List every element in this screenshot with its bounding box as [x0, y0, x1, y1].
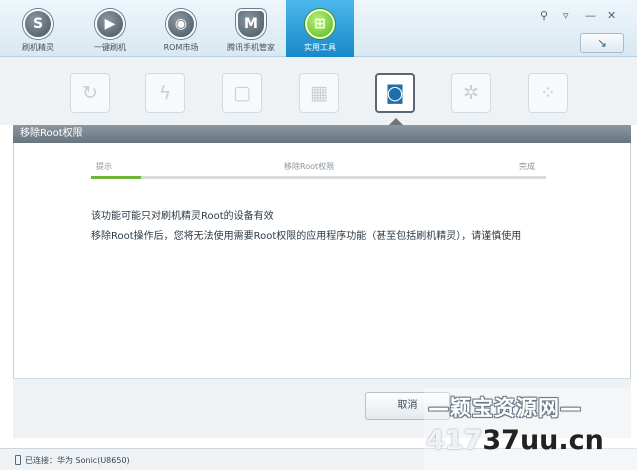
tools-grid-icon: ⊞	[305, 9, 335, 39]
tab-label: 腾讯手机管家	[227, 43, 275, 52]
tool-strip: ↻ ϟ ▢ ▦ ◙ ✲ ⁘	[0, 57, 637, 125]
tablet-icon: ▢	[233, 82, 251, 104]
watermark-top: —颖宝资源网—	[428, 396, 582, 420]
close-icon[interactable]: ✕	[607, 9, 616, 22]
tab-label: 一键刷机	[94, 43, 126, 52]
active-tool-pointer	[389, 118, 403, 125]
tool-refresh[interactable]: ↻	[70, 73, 110, 113]
phone-icon	[15, 455, 21, 465]
tool-lightning[interactable]: ϟ	[145, 73, 185, 113]
tab-label: 实用工具	[304, 43, 336, 52]
tab-flash-wizard[interactable]: S 刷机精灵	[8, 0, 68, 57]
refresh-icon: ↻	[82, 82, 98, 104]
step-label-done: 完成	[519, 162, 535, 171]
dots-grid-icon: ⁘	[540, 82, 556, 104]
connection-status: 已连接：华为 Sonic(U8650)	[25, 456, 130, 465]
step-label-hint: 提示	[96, 162, 112, 171]
android-root-icon: ◙	[385, 82, 405, 104]
minimize-icon[interactable]: —	[585, 9, 596, 22]
info-message-1: 该功能可能只对刷机精灵Root的设备有效	[91, 211, 274, 222]
progress-track	[91, 176, 546, 179]
info-message-2: 移除Root操作后，您将无法使用需要Root权限的应用程序功能（甚至包括刷机精灵…	[91, 231, 522, 242]
tool-dots-grid[interactable]: ⁘	[528, 73, 568, 113]
tool-gift[interactable]: ▦	[299, 73, 339, 113]
tab-utilities[interactable]: ⊞ 实用工具	[286, 0, 354, 57]
tool-remove-root[interactable]: ◙	[375, 73, 415, 113]
menu-icon[interactable]: ▿	[563, 9, 569, 22]
tab-label: ROM市场	[163, 43, 199, 52]
arrow-down-right-icon: ↘	[596, 36, 608, 50]
watermark-main: 37uu.cn	[482, 425, 604, 456]
watermark-prefix: 417	[426, 425, 483, 456]
skin-icon[interactable]: ⚲	[540, 9, 548, 22]
watermark-bottom: 41737uu.cn	[426, 425, 604, 456]
progress-fill	[91, 176, 142, 179]
play-icon: ▶	[95, 9, 125, 39]
lightning-icon: ϟ	[158, 82, 172, 104]
tool-tablet[interactable]: ▢	[222, 73, 262, 113]
refresh-button[interactable]: ↘	[580, 33, 624, 53]
gears-icon: ✲	[463, 82, 479, 104]
rom-market-icon: ◉	[166, 9, 196, 39]
top-nav-bar: S 刷机精灵 ▶ 一键刷机 ◉ ROM市场 M 腾讯手机管家 ⊞ 实用工具 ⚲ …	[0, 0, 637, 57]
tab-label: 刷机精灵	[22, 43, 54, 52]
gift-icon: ▦	[310, 82, 328, 104]
shield-icon: M	[236, 9, 266, 39]
section-title: 移除Root权限	[13, 125, 631, 143]
tool-gears[interactable]: ✲	[451, 73, 491, 113]
tab-rom-market[interactable]: ◉ ROM市场	[151, 0, 211, 57]
s-logo-icon: S	[23, 9, 53, 39]
step-label-remove-root: 移除Root权限	[284, 162, 335, 171]
tab-one-click-flash[interactable]: ▶ 一键刷机	[80, 0, 140, 57]
tab-tencent-manager[interactable]: M 腾讯手机管家	[220, 0, 282, 57]
